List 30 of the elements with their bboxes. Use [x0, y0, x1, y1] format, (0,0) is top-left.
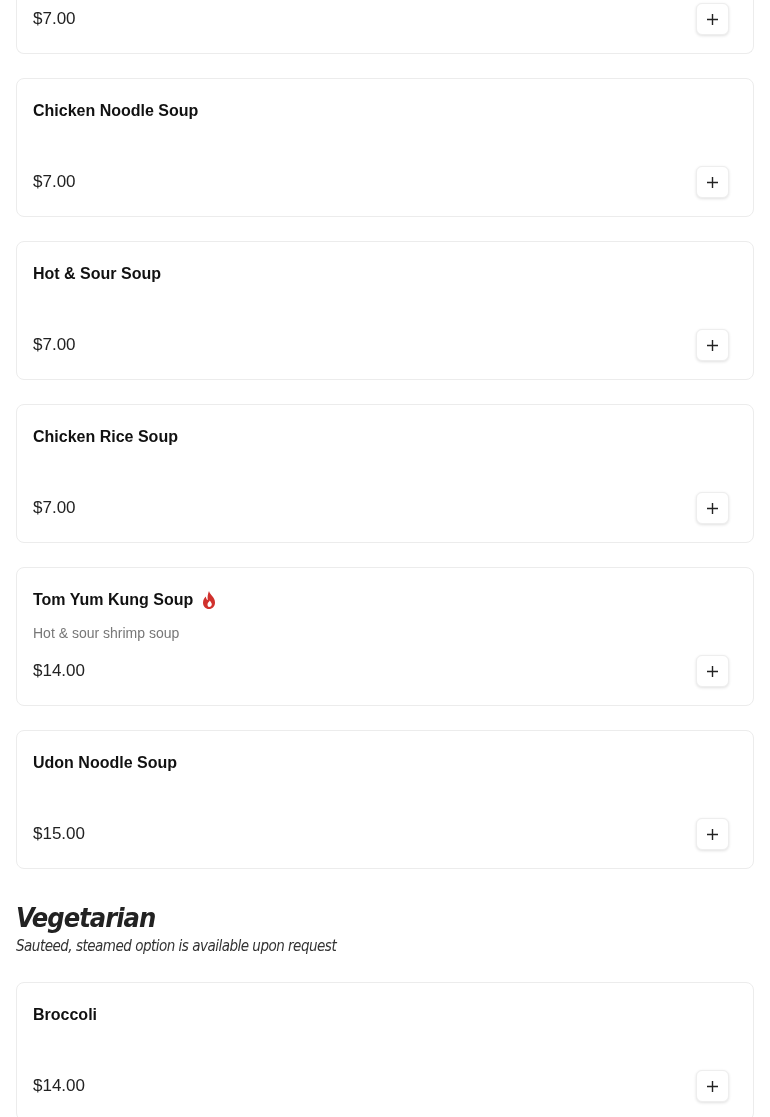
- dish-price: $7.00: [33, 172, 76, 192]
- add-button[interactable]: [696, 329, 729, 361]
- dish-price: $14.00: [33, 1076, 85, 1096]
- plus-icon: [707, 828, 718, 840]
- dish-price: $14.00: [33, 661, 85, 681]
- dish-price: $15.00: [33, 824, 85, 844]
- add-button[interactable]: [696, 166, 729, 198]
- dish-name: Hot & Sour Soup: [33, 265, 161, 283]
- plus-icon: [707, 665, 718, 677]
- dish-price: $7.00: [33, 335, 76, 355]
- dish-name: Udon Noodle Soup: [33, 754, 177, 772]
- dish-description: Hot & sour shrimp soup: [33, 624, 180, 643]
- dish-name: Chicken Noodle Soup: [33, 102, 199, 120]
- dish-price: $7.00: [33, 9, 76, 29]
- plus-icon: [707, 339, 718, 351]
- plus-icon: [707, 1080, 718, 1092]
- add-button[interactable]: [696, 492, 729, 524]
- add-button[interactable]: [696, 655, 729, 687]
- add-button[interactable]: [696, 1070, 729, 1102]
- plus-icon: [707, 176, 718, 188]
- dish-name: Broccoli: [33, 1006, 97, 1024]
- section-title: Vegetarian: [16, 901, 157, 935]
- add-button[interactable]: [696, 3, 729, 35]
- plus-icon: [707, 13, 718, 25]
- add-button[interactable]: [696, 818, 729, 850]
- dish-name: Chicken Rice Soup: [33, 428, 178, 446]
- plus-icon: [707, 502, 718, 514]
- section-note: Sauteed, steamed option is available upon request: [16, 936, 338, 957]
- dish-price: $7.00: [33, 498, 76, 518]
- dish-name: Tom Yum Kung Soup: [33, 591, 194, 609]
